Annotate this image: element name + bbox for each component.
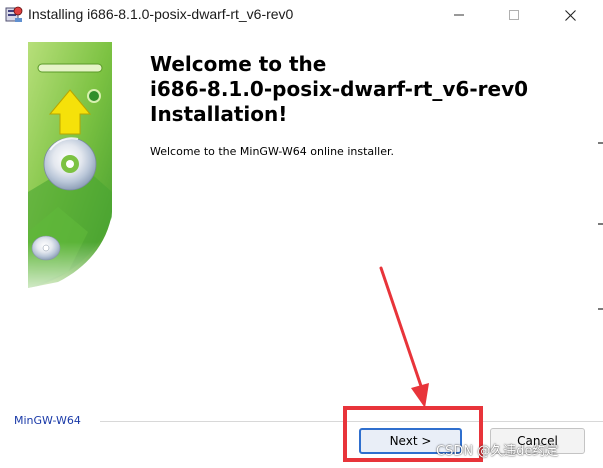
installer-icon xyxy=(5,5,23,23)
welcome-page: Welcome to the i686-8.1.0-posix-dwarf-rt… xyxy=(0,30,603,405)
close-button[interactable] xyxy=(547,0,593,30)
minimize-button[interactable] xyxy=(436,0,482,30)
heading-line-3: Installation! xyxy=(150,102,288,126)
edge-tick xyxy=(598,308,603,310)
footer-brand: MinGW-W64 xyxy=(14,414,81,427)
edge-tick xyxy=(598,223,603,225)
maximize-button[interactable] xyxy=(491,0,537,30)
footer-separator xyxy=(100,421,603,422)
watermark: CSDN @久违de约定 xyxy=(436,444,559,459)
welcome-message: Welcome to the MinGW-W64 online installe… xyxy=(150,145,395,158)
minimize-icon xyxy=(454,10,464,20)
heading-line-2: i686-8.1.0-posix-dwarf-rt_v6-rev0 xyxy=(150,77,529,101)
edge-tick xyxy=(598,142,603,144)
window-title: Installing i686-8.1.0-posix-dwarf-rt_v6-… xyxy=(28,6,294,22)
close-icon xyxy=(564,9,576,21)
welcome-heading: Welcome to the i686-8.1.0-posix-dwarf-rt… xyxy=(150,52,590,127)
heading-line-1: Welcome to the xyxy=(150,52,327,76)
maximize-icon xyxy=(509,10,519,20)
cd-install-banner xyxy=(28,42,112,300)
title-bar: Installing i686-8.1.0-posix-dwarf-rt_v6-… xyxy=(0,0,603,30)
